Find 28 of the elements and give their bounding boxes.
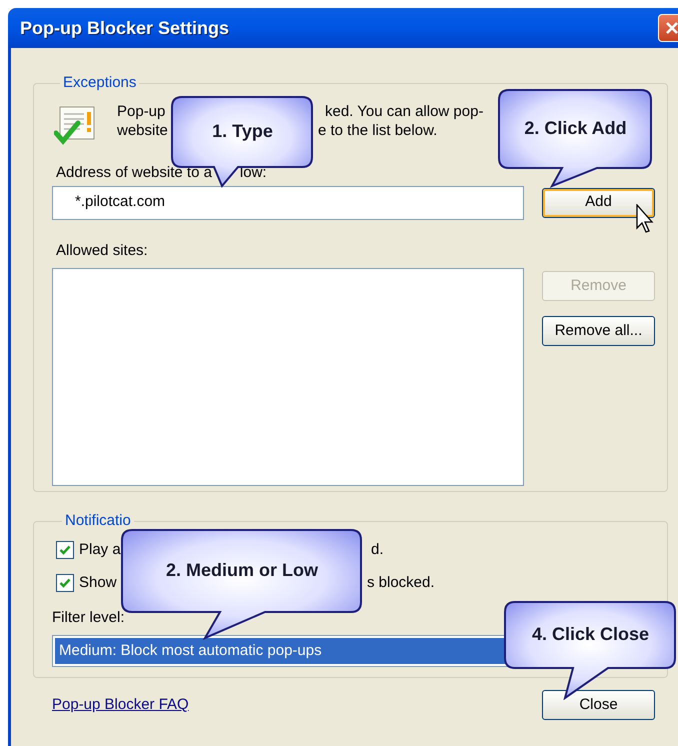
check-icon: [59, 577, 71, 590]
window-title: Pop-up Blocker Settings: [20, 16, 230, 40]
close-button[interactable]: Close: [542, 690, 655, 720]
field-label: Allowed sites:: [56, 240, 149, 260]
option-label: d.: [371, 540, 384, 560]
description-text: website: [117, 120, 169, 140]
field-label: Filter level:: [52, 608, 126, 628]
faq-link[interactable]: Pop-up Blocker FAQ: [52, 694, 189, 716]
checkbox[interactable]: [56, 540, 74, 559]
remove-all-button[interactable]: Remove all...: [542, 316, 655, 346]
field-label: Address of website to a: [56, 164, 212, 182]
description-text: Pop-up: [117, 102, 166, 120]
group-title: Notificatio: [64, 511, 132, 531]
close-button[interactable]: [658, 14, 678, 42]
field-label: low:: [240, 164, 267, 182]
option-label: s blocked.: [367, 573, 435, 593]
add-button[interactable]: Add: [542, 188, 655, 218]
checkbox[interactable]: [56, 574, 74, 592]
group-title: Exceptions: [62, 73, 138, 93]
close-icon: [665, 21, 678, 35]
address-input-field[interactable]: *.pilotcat.com: [52, 186, 524, 220]
description-text: e to the list below.: [318, 120, 438, 140]
option-label: Show: [79, 573, 118, 593]
mouse-pointer-icon: [636, 204, 656, 234]
option-label: Play a: [79, 540, 122, 560]
check-icon: [59, 544, 71, 556]
callout-bubble: 2. Click Add: [497, 88, 654, 188]
description-text: ked. You can allow pop-: [325, 102, 484, 120]
